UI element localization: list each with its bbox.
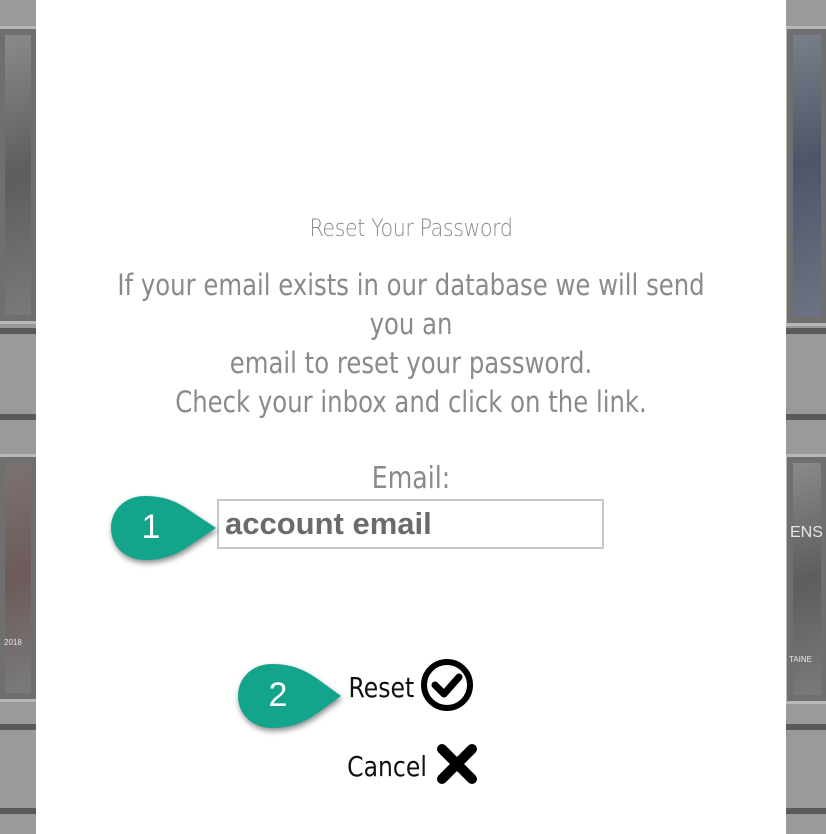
description-line: If your email exists in our database we … — [117, 268, 705, 341]
cancel-label: Cancel — [347, 750, 427, 783]
background-card-text: ENS — [790, 524, 823, 541]
description-line: email to reset your password. — [229, 346, 593, 380]
callout-number: 2 — [268, 676, 288, 714]
email-label: Email: — [371, 461, 451, 496]
reset-label: Reset — [348, 671, 415, 704]
background-card — [0, 454, 40, 702]
callout-number: 1 — [141, 508, 161, 546]
close-x-icon — [435, 742, 479, 791]
background-card-text: TAINE — [789, 655, 812, 664]
reset-password-modal: Reset Your Password If your email exists… — [36, 0, 786, 834]
cancel-button[interactable]: Cancel — [332, 742, 479, 791]
background-card — [784, 26, 826, 326]
callout-2-marker: 2 — [237, 662, 345, 732]
reset-button[interactable]: Reset — [336, 658, 474, 717]
modal-title: Reset Your Password — [309, 214, 513, 242]
background-card — [0, 26, 40, 324]
background-card — [784, 454, 826, 704]
check-circle-icon — [420, 658, 474, 717]
email-input[interactable] — [217, 499, 604, 549]
description-line: Check your inbox and click on the link. — [175, 385, 647, 419]
modal-description: If your email exists in our database we … — [96, 266, 726, 422]
callout-1-marker: 1 — [110, 494, 220, 564]
background-card-text: 2018 — [4, 638, 22, 647]
